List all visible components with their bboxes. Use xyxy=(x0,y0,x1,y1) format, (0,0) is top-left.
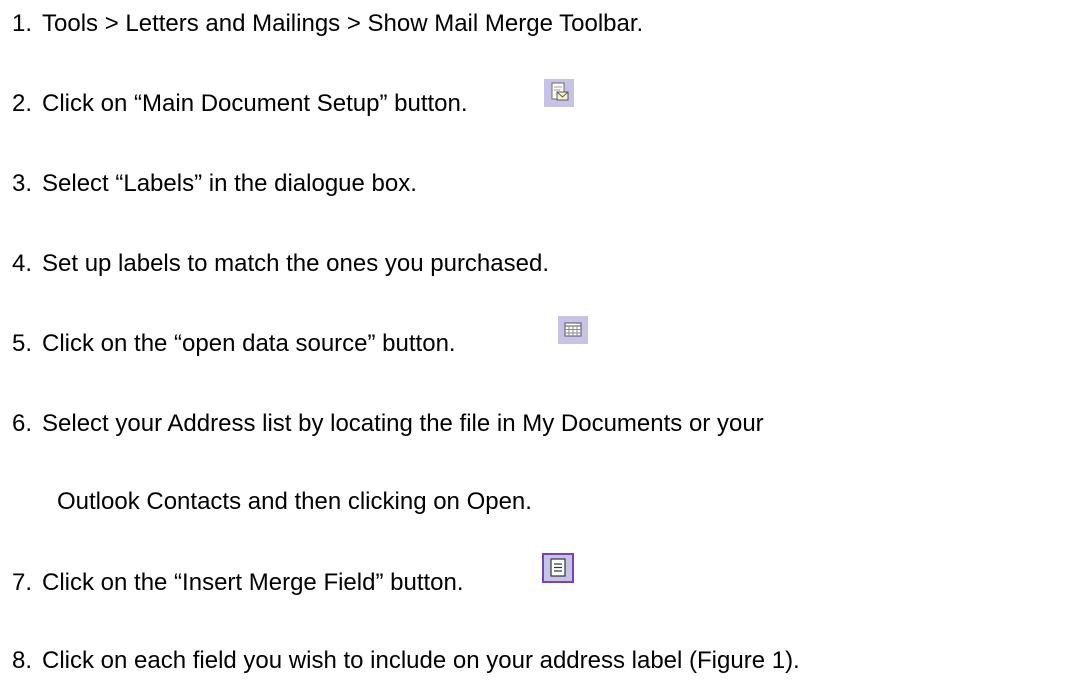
step-text: Set up labels to match the ones you purc… xyxy=(42,250,549,277)
main-document-setup-icon xyxy=(544,79,574,107)
step-number: 8. xyxy=(12,647,33,674)
step-text: Click on the “Insert Merge Field” button… xyxy=(42,569,464,596)
instructions-document: 1. Tools > Letters and Mailings > Show Ma… xyxy=(0,0,1072,684)
step-text: Select your Address list by locating the… xyxy=(42,410,764,437)
open-data-source-icon xyxy=(558,316,588,344)
step-number: 3. xyxy=(12,170,33,197)
step-text: Tools > Letters and Mailings > Show Mail… xyxy=(42,10,644,37)
step-5: 5. Click on the “open data source” button… xyxy=(12,330,456,358)
step-text: Click on each field you wish to include … xyxy=(42,647,800,674)
step-number: 7. xyxy=(12,569,33,596)
step-number: 1. xyxy=(12,10,33,37)
step-number: 4. xyxy=(12,250,33,277)
step-4: 4. Set up labels to match the ones you pu… xyxy=(12,250,549,278)
step-3: 3. Select “Labels” in the dialogue box. xyxy=(12,170,417,198)
step-8: 8. Click on each field you wish to includ… xyxy=(12,647,800,675)
step-1: 1. Tools > Letters and Mailings > Show Ma… xyxy=(12,10,643,38)
step-number: 6. xyxy=(12,410,33,437)
step-2: 2. Click on “Main Document Setup” button. xyxy=(12,90,468,118)
step-number: 5. xyxy=(12,330,33,357)
insert-merge-field-icon xyxy=(542,553,574,583)
step-text: Click on the “open data source” button. xyxy=(42,330,456,357)
step-text: Click on “Main Document Setup” button. xyxy=(42,90,468,117)
step-7: 7. Click on the “Insert Merge Field” butt… xyxy=(12,569,464,597)
step-number: 2. xyxy=(12,90,33,117)
step-6: 6. Select your Address list by locating t… xyxy=(12,410,764,438)
step-text: Select “Labels” in the dialogue box. xyxy=(42,170,417,197)
step-6-continuation: Outlook Contacts and then clicking on Op… xyxy=(57,488,532,515)
